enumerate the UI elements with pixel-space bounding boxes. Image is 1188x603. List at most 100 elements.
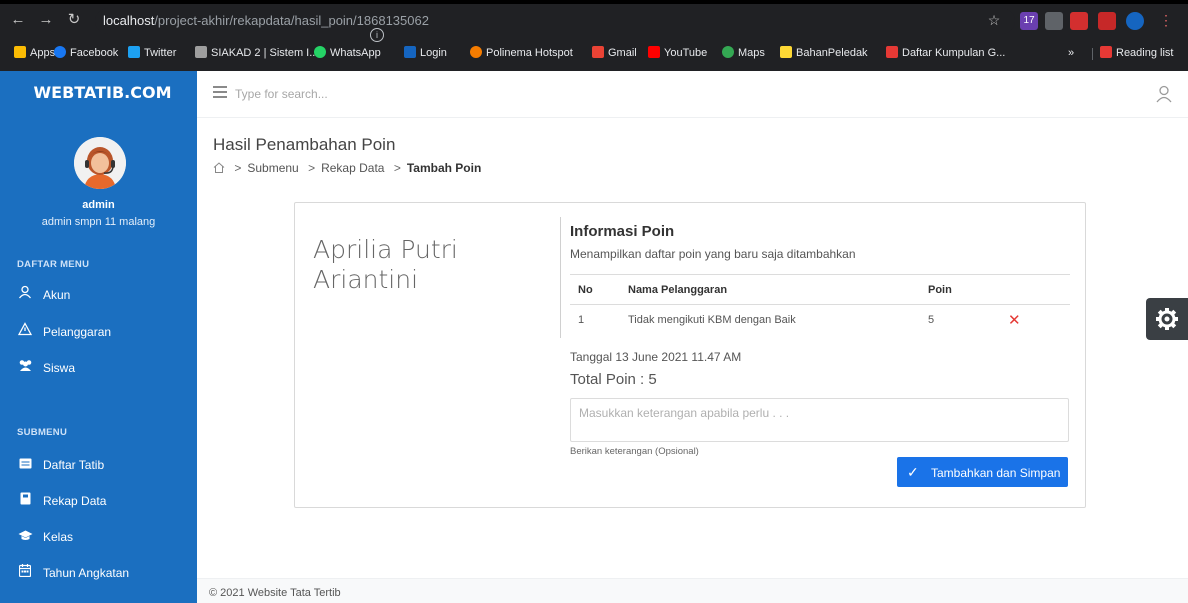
back-icon[interactable]: ← [8, 10, 28, 30]
bookmark-site-icon [886, 46, 898, 58]
polinema-icon [470, 46, 482, 58]
note-hint: Berikan keterangan (Opsional) [570, 446, 699, 457]
cell-no: 1 [578, 313, 585, 326]
breadcrumb-rekap-data[interactable]: Rekap Data [321, 161, 384, 175]
breadcrumb-separator-icon: > [308, 161, 316, 175]
info-description: Menampilkan daftar poin yang baru saja d… [570, 247, 856, 261]
search-input[interactable] [235, 83, 635, 105]
sidebar-item-rekap-data[interactable]: Rekap Data [17, 491, 187, 511]
bookmark-maps[interactable]: Maps [722, 44, 765, 62]
whatsapp-icon [314, 46, 326, 58]
forward-icon[interactable]: → [36, 10, 56, 30]
bookmark-siakad[interactable]: SIAKAD 2 | Sistem I... [195, 44, 318, 62]
bookmark-daftar-kumpulan[interactable]: Daftar Kumpulan G... [886, 44, 1005, 62]
warning-icon [17, 322, 33, 342]
bookmark-facebook[interactable]: Facebook [54, 44, 118, 62]
bookmarks-overflow-icon[interactable]: » [1068, 44, 1074, 62]
bookmark-whatsapp[interactable]: WhatsApp [314, 44, 381, 62]
apps-grid-icon [14, 46, 26, 58]
breadcrumb-current: Tambah Poin [406, 161, 482, 175]
extension-mail-icon[interactable] [1098, 12, 1116, 30]
sidebar-item-label: Rekap Data [43, 494, 107, 508]
bookmark-label: Daftar Kumpulan G... [902, 47, 1006, 59]
bookmark-apps[interactable]: Apps [14, 44, 55, 62]
users-icon [17, 358, 33, 378]
graduation-cap-icon [17, 527, 33, 547]
bookmark-label: Apps [30, 47, 56, 59]
extension-icon[interactable] [1045, 12, 1063, 30]
sidebar-item-pelanggaran[interactable]: Pelanggaran [17, 322, 187, 342]
info-title: Informasi Poin [570, 223, 675, 240]
bookmark-twitter[interactable]: Twitter [128, 44, 176, 62]
sidebar-item-siswa[interactable]: Siswa [17, 358, 187, 378]
profile-avatar-icon[interactable] [1126, 12, 1144, 30]
breadcrumb: > Submenu > Rekap Data > Tambah Poin [213, 161, 481, 175]
bookmark-label: BahanPeledak [796, 47, 868, 59]
tab-strip [0, 0, 1188, 4]
url-host: localhost [103, 13, 155, 28]
bookmark-star-icon[interactable]: ☆ [984, 10, 1004, 30]
bookmark-bahanpeledak[interactable]: BahanPeledak [780, 44, 868, 62]
address-row: ← → ↻ i localhost/project-akhir/rekapdata… [0, 6, 1188, 42]
overflow-label: » [1068, 47, 1075, 59]
sidebar-item-label: Kelas [43, 530, 74, 544]
breadcrumb-submenu[interactable]: Submenu [247, 161, 298, 175]
reload-icon[interactable]: ↻ [64, 10, 84, 30]
total-points: Total Poin : 5 [570, 371, 657, 388]
student-name: Aprilia Putri Ariantini [313, 235, 553, 295]
table-row: 1 Tidak mengikuti KBM dengan Baik 5 ✕ [570, 305, 1070, 335]
submenu-section-title: SUBMENU [17, 427, 68, 438]
sidebar-item-label: Tahun Angkatan [43, 566, 130, 580]
bookmark-gmail[interactable]: Gmail [592, 44, 637, 62]
sidebar-item-daftar-tatib[interactable]: Daftar Tatib [17, 455, 187, 475]
folder-icon [780, 46, 792, 58]
info-panel: Informasi Poin Menampilkan daftar poin y… [570, 223, 1070, 329]
save-button[interactable]: ✓ Tambahkan dan Simpan [897, 457, 1068, 487]
url-path: /project-akhir/rekapdata/hasil_poin/1868… [154, 13, 429, 28]
twitter-icon [128, 46, 140, 58]
brand-logo[interactable]: WEBTATIB.COM [0, 71, 197, 117]
avatar [74, 137, 126, 189]
extension-badge-icon[interactable]: 17 [1020, 12, 1038, 30]
reading-list-label: Reading list [1116, 47, 1174, 59]
list-icon [17, 455, 33, 475]
sidebar-item-kelas[interactable]: Kelas [17, 527, 187, 547]
sidebar-item-label: Akun [43, 288, 71, 302]
sidebar-item-akun[interactable]: Akun [17, 285, 187, 305]
login-icon [404, 46, 416, 58]
menu-kebab-icon[interactable]: ⋮ [1156, 10, 1176, 30]
bookmark-label: Twitter [144, 47, 177, 59]
settings-toggle-button[interactable] [1146, 298, 1188, 340]
cell-nama: Tidak mengikuti KBM dengan Baik [628, 313, 796, 326]
bookmark-polinema[interactable]: Polinema Hotspot [470, 44, 573, 62]
breadcrumb-separator-icon: > [234, 161, 242, 175]
delete-icon[interactable]: ✕ [1000, 305, 1070, 335]
calendar-icon [17, 563, 33, 583]
footer-copyright: © 2021 Website Tata Tertib [209, 587, 341, 599]
column-header-no: No [570, 274, 620, 305]
student-name-line2: Ariantini [313, 265, 419, 294]
bookmark-label: Login [420, 47, 447, 59]
bookmark-login[interactable]: Login [404, 44, 447, 62]
bookmark-label: Maps [738, 47, 765, 59]
bookmark-youtube[interactable]: YouTube [648, 44, 707, 62]
extension-pin-icon[interactable] [1070, 12, 1088, 30]
reading-list-button[interactable]: Reading list [1100, 44, 1173, 62]
save-button-label: Tambahkan dan Simpan [931, 465, 1061, 480]
gear-icon [1156, 308, 1178, 330]
bookmark-label: Polinema Hotspot [486, 47, 573, 59]
user-profile-icon[interactable] [1156, 85, 1172, 103]
menu-toggle-icon[interactable] [213, 86, 227, 98]
top-header [197, 71, 1188, 118]
user-icon [17, 285, 33, 305]
sidebar-item-tahun-angkatan[interactable]: Tahun Angkatan [17, 563, 187, 583]
address-bar[interactable]: i localhost/project-akhir/rekapdata/hasil… [95, 8, 1015, 42]
home-icon[interactable] [213, 161, 228, 175]
bookmarks-bar: Apps Facebook Twitter SIAKAD 2 | Sistem … [0, 40, 1188, 66]
note-textarea[interactable] [570, 398, 1069, 442]
divider [560, 217, 561, 338]
student-name-line1: Aprilia Putri [313, 235, 458, 264]
book-icon [17, 491, 33, 511]
timestamp: Tanggal 13 June 2021 11.47 AM [570, 350, 742, 364]
result-card: Aprilia Putri Ariantini Informasi Poin M… [294, 202, 1086, 508]
